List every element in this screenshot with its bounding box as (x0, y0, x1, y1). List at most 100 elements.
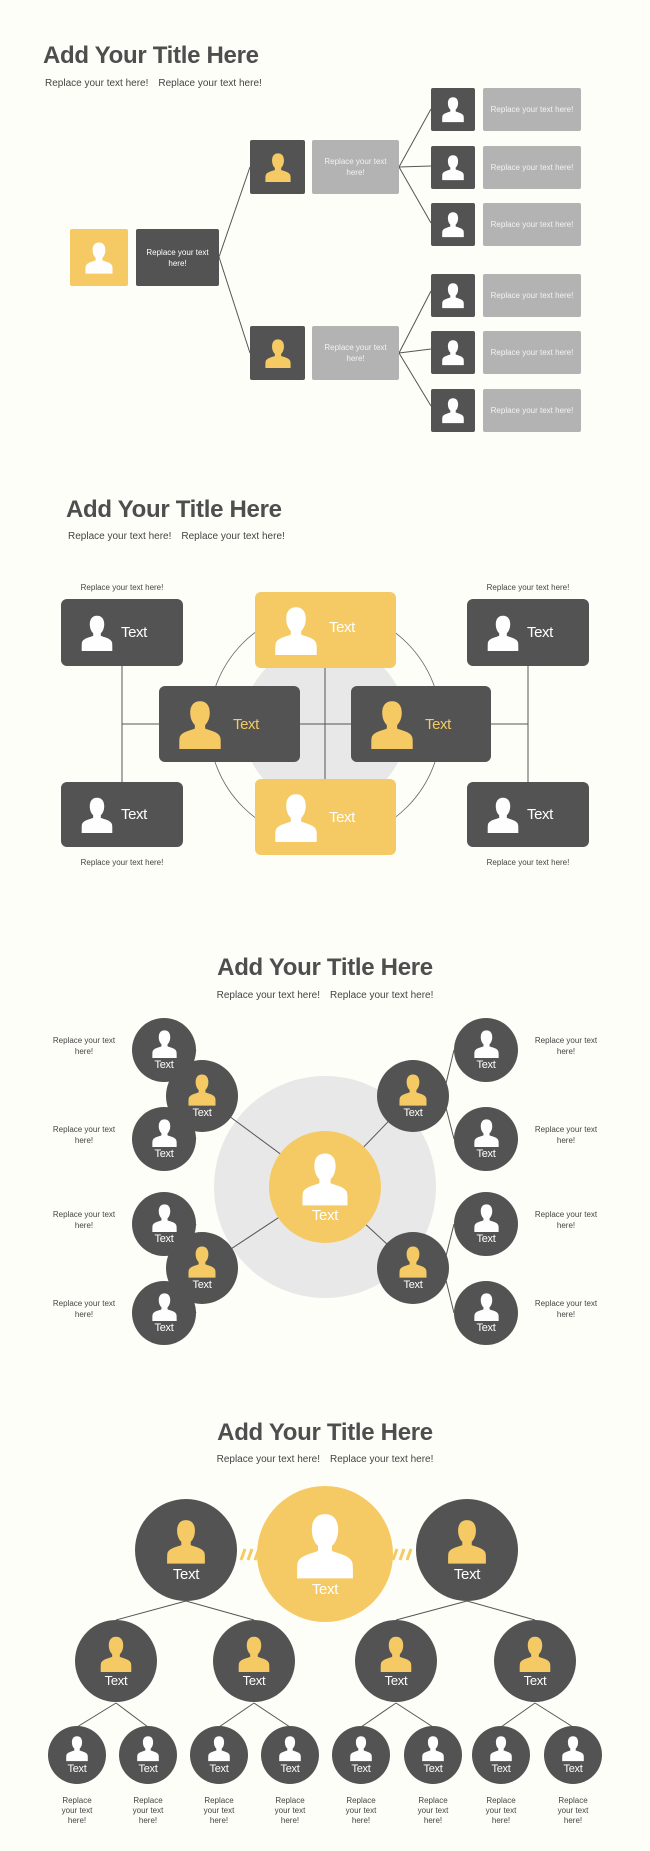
root-text-box[interactable]: Replace your text here! (136, 229, 219, 286)
top-right-node[interactable]: Text (416, 1499, 518, 1601)
node-label: Text (311, 1207, 339, 1224)
leaf-text-box[interactable]: Replace your text here! (483, 331, 581, 374)
person-icon (187, 1073, 217, 1106)
node-label: Text (423, 1762, 443, 1775)
connector (395, 1600, 468, 1621)
person-icon (65, 1735, 89, 1762)
card-top-center[interactable]: Text (255, 592, 396, 668)
node-label: Text (476, 1059, 496, 1072)
mid-node[interactable]: Text (213, 1620, 295, 1702)
outer-node-right[interactable]: Text (454, 1281, 518, 1345)
leaf-node[interactable]: Text (404, 1726, 462, 1784)
node-note: Replace your text here! (534, 1299, 598, 1319)
connector (115, 1600, 187, 1621)
leaf-text-box[interactable]: Replace your text here! (483, 88, 581, 131)
leaf-text-box[interactable]: Replace your text here! (483, 146, 581, 189)
outer-node-left[interactable]: Text (132, 1281, 196, 1345)
mid-node[interactable]: Text (494, 1620, 576, 1702)
person-icon (207, 1735, 231, 1762)
outer-node-right[interactable]: Text (454, 1192, 518, 1256)
branch-avatar (250, 140, 305, 194)
mid-node[interactable]: Text (377, 1232, 449, 1304)
leaf-node[interactable]: Text (544, 1726, 602, 1784)
leaf-avatar (431, 389, 475, 432)
person-icon (84, 241, 114, 274)
note-top-right: Replace your text here! (486, 583, 570, 592)
leaf-node[interactable]: Text (190, 1726, 248, 1784)
person-icon (442, 283, 464, 309)
node-label: Text (453, 1565, 481, 1583)
person-icon (297, 1514, 353, 1579)
person-icon (302, 1153, 348, 1206)
branch-text-box[interactable]: Replace your text here! (312, 140, 399, 194)
mid-node[interactable]: Text (75, 1620, 157, 1702)
person-icon (486, 796, 520, 833)
subtitle-text: Replace your text here! (158, 78, 262, 89)
node-note: Replace your text here! (534, 1036, 598, 1056)
leaf-node[interactable]: Text (261, 1726, 319, 1784)
card-top-left[interactable]: Text (61, 599, 183, 666)
mid-node[interactable]: Text (355, 1620, 437, 1702)
person-icon (151, 1204, 177, 1233)
note-top-left: Replace your text here! (80, 583, 164, 592)
leaf-text-box[interactable]: Replace your text here! (483, 203, 581, 246)
card-bottom-right[interactable]: Text (467, 782, 589, 847)
person-icon (421, 1735, 445, 1762)
outer-node-right[interactable]: Text (454, 1107, 518, 1171)
leaf-text-box[interactable]: Replace your text here! (483, 274, 581, 317)
leaf-text: Replace your text here! (490, 291, 574, 300)
person-icon (264, 338, 292, 369)
card-label: Text (121, 806, 147, 823)
card-bottom-center[interactable]: Text (255, 779, 396, 855)
person-icon (294, 1511, 356, 1579)
person-icon (380, 1636, 412, 1672)
person-icon (350, 1736, 372, 1762)
person-icon (151, 1293, 177, 1322)
node-note: Replace your text here! (485, 1796, 517, 1825)
branch-text-box[interactable]: Replace your text here! (312, 326, 399, 380)
card-middle-right[interactable]: Text (351, 686, 491, 762)
node-note: Replace your text here! (52, 1299, 116, 1319)
leaf-node[interactable]: Text (48, 1726, 106, 1784)
person-icon (188, 1246, 216, 1278)
outer-node-left[interactable]: Text (132, 1018, 196, 1082)
node-label: Text (384, 1673, 408, 1689)
person-icon (518, 1635, 552, 1672)
node-label: Text (209, 1762, 229, 1775)
outer-node-left[interactable]: Text (132, 1192, 196, 1256)
card-top-right[interactable]: Text (467, 599, 589, 666)
card-label: Text (527, 806, 553, 823)
subtitle-text: Replace your text here! (330, 990, 434, 1001)
node-label: Text (154, 1059, 174, 1072)
center-node[interactable]: Text (257, 1486, 393, 1622)
card-middle-left[interactable]: Text (159, 686, 300, 762)
mid-node[interactable]: Text (377, 1060, 449, 1132)
section1-subtitle: Replace your text here! Replace your text… (45, 78, 262, 89)
person-icon (264, 152, 292, 183)
branch-text: Replace your text here! (324, 157, 387, 177)
card-label: Text (121, 624, 147, 641)
connector (76, 1702, 117, 1728)
top-left-node[interactable]: Text (135, 1499, 237, 1601)
person-icon (441, 154, 465, 181)
node-note: Replace your text here! (52, 1210, 116, 1230)
person-icon (167, 1520, 205, 1565)
section2-title: Add Your Title Here (66, 496, 282, 523)
leaf-text-box[interactable]: Replace your text here! (483, 389, 581, 432)
node-note: Replace your text here! (534, 1210, 598, 1230)
node-note: Replace your text here! (52, 1125, 116, 1145)
connector (360, 1702, 397, 1728)
outer-node-left[interactable]: Text (132, 1107, 196, 1171)
leaf-node[interactable]: Text (332, 1726, 390, 1784)
person-icon (151, 1119, 177, 1148)
person-icon (487, 615, 519, 651)
outer-node-right[interactable]: Text (454, 1018, 518, 1082)
center-node[interactable]: Text (269, 1131, 381, 1243)
person-icon (399, 1074, 427, 1106)
card-bottom-left[interactable]: Text (61, 782, 183, 847)
node-note: Replace your text here! (345, 1796, 377, 1825)
leaf-node[interactable]: Text (472, 1726, 530, 1784)
person-icon (136, 1735, 160, 1762)
leaf-node[interactable]: Text (119, 1726, 177, 1784)
person-icon (398, 1073, 428, 1106)
